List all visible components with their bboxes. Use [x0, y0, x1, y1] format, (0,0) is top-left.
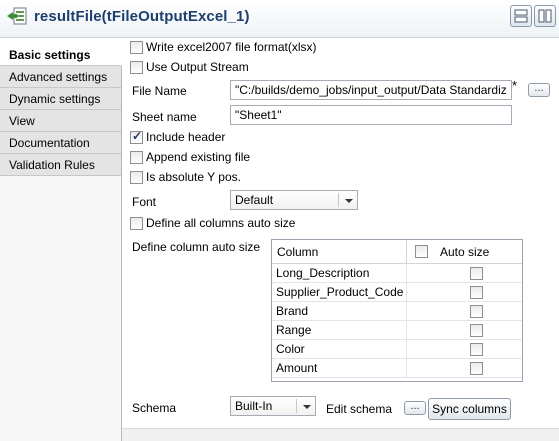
- tab-view[interactable]: View: [0, 110, 121, 132]
- chevron-down-icon: [345, 199, 353, 203]
- file-name-label: File Name: [132, 84, 187, 98]
- edit-schema-button[interactable]: ...: [404, 401, 426, 415]
- include-header-checkbox[interactable]: [130, 129, 143, 144]
- column-divider: [406, 264, 407, 283]
- settings-sidebar: Basic settings Advanced settings Dynamic…: [0, 44, 122, 441]
- column-divider: [406, 359, 407, 378]
- layout-single-icon[interactable]: [510, 5, 532, 27]
- table-row[interactable]: Long_Description: [272, 264, 522, 283]
- auto-size-checkbox[interactable]: [470, 286, 483, 299]
- sheet-name-label: Sheet name: [132, 110, 197, 124]
- horizontal-scrollbar[interactable]: [122, 428, 559, 441]
- tab-documentation[interactable]: Documentation: [0, 132, 121, 154]
- define-all-auto-size-checkbox[interactable]: [130, 217, 143, 230]
- column-name: Amount: [276, 361, 318, 375]
- tab-dynamic-settings[interactable]: Dynamic settings: [0, 88, 121, 110]
- auto-size-checkbox[interactable]: [470, 305, 483, 318]
- column-name: Range: [276, 323, 312, 337]
- auto-size-checkbox[interactable]: [470, 267, 483, 280]
- file-name-input[interactable]: "C:/builds/demo_jobs/input_output/Data S…: [230, 80, 512, 100]
- auto-size-all-checkbox[interactable]: [415, 245, 428, 258]
- define-all-auto-size-label: Define all columns auto size: [146, 216, 296, 230]
- schema-label: Schema: [132, 401, 177, 415]
- append-existing-label: Append existing file: [146, 150, 251, 164]
- column-auto-size-table: Column Auto size Long_Description Suppli…: [271, 239, 523, 382]
- append-existing-checkbox[interactable]: [130, 151, 143, 164]
- component-header: resultFile(tFileOutputExcel_1): [0, 0, 559, 38]
- column-name: Long_Description: [276, 266, 370, 280]
- combo-separator: [296, 399, 297, 413]
- column-divider: [406, 302, 407, 321]
- table-row[interactable]: Brand: [272, 302, 522, 321]
- tab-validation-rules[interactable]: Validation Rules: [0, 154, 121, 176]
- column-name: Supplier_Product_Code: [276, 285, 404, 299]
- auto-size-checkbox[interactable]: [470, 324, 483, 337]
- define-column-auto-size-label: Define column auto size: [132, 240, 261, 254]
- column-name: Brand: [276, 304, 309, 318]
- column-header: Column: [277, 245, 319, 259]
- table-header: Column Auto size: [272, 240, 522, 264]
- required-marker: *: [512, 78, 518, 93]
- font-select-value: Default: [235, 193, 274, 207]
- edit-schema-label: Edit schema: [326, 402, 393, 416]
- chevron-down-icon: [303, 405, 311, 409]
- tab-basic-settings[interactable]: Basic settings: [0, 44, 122, 66]
- auto-size-header: Auto size: [440, 245, 490, 259]
- tab-advanced-settings[interactable]: Advanced settings: [0, 66, 121, 88]
- table-row[interactable]: Amount: [272, 359, 522, 378]
- absolute-y-label: Is absolute Y pos.: [146, 170, 241, 184]
- browse-file-button[interactable]: ...: [528, 83, 550, 97]
- use-output-stream-label: Use Output Stream: [146, 60, 249, 74]
- column-divider: [406, 240, 407, 264]
- column-divider: [406, 321, 407, 340]
- table-row[interactable]: Range: [272, 321, 522, 340]
- table-row[interactable]: Supplier_Product_Code: [272, 283, 522, 302]
- schema-select[interactable]: Built-In: [230, 396, 316, 416]
- write-excel2007-checkbox[interactable]: [130, 41, 143, 54]
- basic-settings-panel: Write excel2007 file format(xlsx) Use Ou…: [122, 38, 559, 441]
- sync-columns-button[interactable]: Sync columns: [428, 398, 511, 420]
- excel-output-icon: [7, 7, 27, 25]
- table-row[interactable]: Color: [272, 340, 522, 359]
- write-excel2007-label: Write excel2007 file format(xlsx): [146, 40, 317, 54]
- use-output-stream-checkbox[interactable]: [130, 61, 143, 74]
- layout-split-icon[interactable]: [534, 5, 556, 27]
- component-title: resultFile(tFileOutputExcel_1): [34, 8, 250, 25]
- combo-separator: [338, 193, 339, 207]
- absolute-y-checkbox[interactable]: [130, 171, 143, 184]
- column-divider: [406, 340, 407, 359]
- column-name: Color: [276, 342, 305, 356]
- include-header-label: Include header: [146, 130, 226, 144]
- auto-size-checkbox[interactable]: [470, 362, 483, 375]
- schema-select-value: Built-In: [235, 399, 273, 413]
- font-label: Font: [132, 195, 157, 209]
- sheet-name-input[interactable]: "Sheet1": [230, 105, 512, 125]
- auto-size-checkbox[interactable]: [470, 343, 483, 356]
- column-divider: [406, 283, 407, 302]
- font-select[interactable]: Default: [230, 190, 358, 210]
